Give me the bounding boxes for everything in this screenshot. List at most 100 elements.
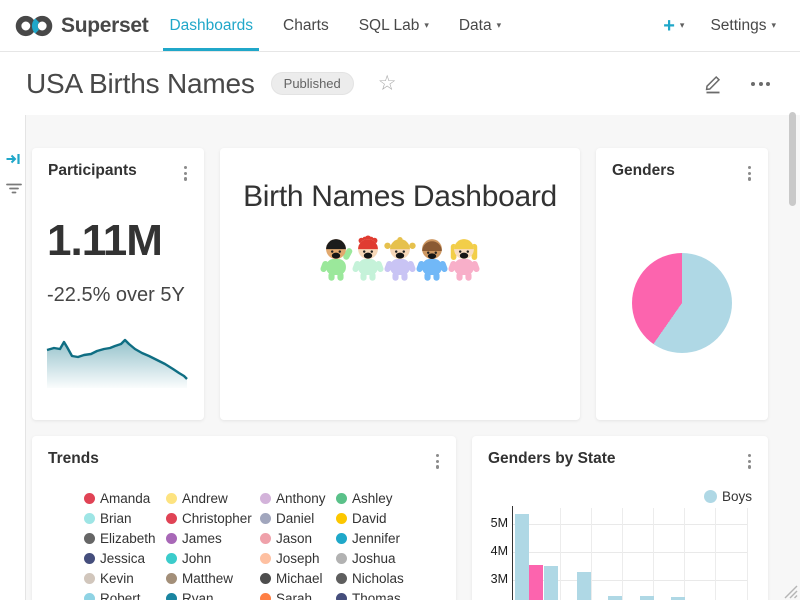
legend-item[interactable]: Jason [260, 528, 336, 548]
kebab-menu-icon[interactable] [431, 450, 444, 473]
legend-item[interactable]: Sarah [260, 588, 336, 600]
legend-item[interactable]: Joshua [336, 548, 446, 568]
legend-item[interactable]: Daniel [260, 508, 336, 528]
legend-label: John [182, 551, 211, 566]
legend-item[interactable]: Christopher [166, 508, 260, 528]
legend-item[interactable]: Ryan [166, 588, 260, 600]
legend-label: Daniel [276, 511, 314, 526]
child-figure-mint [351, 234, 385, 284]
legend-dot-icon [260, 573, 271, 584]
legend-dot-icon [166, 553, 177, 564]
legend-item[interactable]: Michael [260, 568, 336, 588]
legend-item[interactable]: Anthony [260, 488, 336, 508]
legend-label: Joseph [276, 551, 320, 566]
settings-label: Settings [710, 17, 766, 35]
published-badge[interactable]: Published [271, 72, 354, 95]
legend-dot-icon [84, 553, 95, 564]
legend-dot-icon [336, 593, 347, 600]
legend-label: Jennifer [352, 531, 400, 546]
dashboard-header: USA Births Names Published ☆ [0, 52, 800, 115]
edit-pencil-icon[interactable] [703, 73, 723, 94]
legend-item[interactable]: Jennifer [336, 528, 446, 548]
header-actions [703, 73, 774, 94]
legend-label: Sarah [276, 591, 312, 600]
settings-menu[interactable]: Settings ▾ [710, 17, 776, 35]
dashboard-grid: Participants 1.11M -22.5% over 5Y Birth … [0, 115, 800, 600]
resize-handle-icon[interactable] [782, 583, 798, 599]
nav-data[interactable]: Data ▾ [444, 0, 516, 51]
bar-boys[interactable] [544, 566, 558, 600]
legend-dot-icon [260, 553, 271, 564]
legend-item[interactable]: John [166, 548, 260, 568]
legend-item[interactable]: Jessica [84, 548, 166, 568]
nav-dashboards[interactable]: Dashboards [154, 0, 268, 51]
legend-label: Matthew [182, 571, 233, 586]
superset-logo[interactable]: Superset [14, 0, 148, 51]
new-item-button[interactable]: + ▾ [663, 16, 684, 36]
bar-girls[interactable] [529, 565, 543, 600]
legend-dot-icon [260, 493, 271, 504]
legend-item[interactable]: David [336, 508, 446, 528]
child-figure-blue [415, 234, 449, 284]
big-number-subheader: -22.5% over 5Y [47, 284, 185, 307]
filter-icon[interactable] [5, 181, 23, 197]
expand-filter-bar-icon[interactable] [5, 151, 21, 167]
chart-title: Trends [48, 450, 99, 468]
chart-title: Genders [612, 162, 675, 180]
legend-dot-icon [166, 533, 177, 544]
legend-label: Joshua [352, 551, 396, 566]
legend-label: Jessica [100, 551, 145, 566]
nav-charts[interactable]: Charts [268, 0, 344, 51]
legend-label: Andrew [182, 491, 228, 506]
legend-label: Ryan [182, 591, 214, 600]
legend-item[interactable]: Amanda [84, 488, 166, 508]
legend-label: Elizabeth [100, 531, 156, 546]
legend-label: Jason [276, 531, 312, 546]
nav-label: Charts [283, 17, 329, 35]
legend-dot-icon [336, 513, 347, 524]
trends-legend: Amanda Andrew Anthony Ashley Brian Christophe… [84, 488, 446, 600]
legend-dot-icon [336, 493, 347, 504]
nav-sql-lab[interactable]: SQL Lab ▾ [344, 0, 444, 51]
legend-item[interactable]: Andrew [166, 488, 260, 508]
legend-dot-icon [336, 533, 347, 544]
chart-card-genders-by-state: Genders by State Boys 5M4M3M [472, 436, 768, 600]
markdown-card: Birth Names Dashboard [220, 148, 580, 420]
y-axis-tick-label: 4M [482, 544, 508, 558]
legend-label: Christopher [182, 511, 252, 526]
kebab-menu-icon[interactable] [743, 162, 756, 185]
legend-item[interactable]: Nicholas [336, 568, 446, 588]
more-actions-menu[interactable] [747, 78, 774, 90]
bar-boys[interactable] [640, 596, 654, 600]
legend-item[interactable]: Joseph [260, 548, 336, 568]
legend-label: David [352, 511, 387, 526]
legend-item[interactable]: Kevin [84, 568, 166, 588]
y-axis-tick-label: 5M [482, 516, 508, 530]
page-title: USA Births Names [26, 68, 255, 100]
kebab-menu-icon[interactable] [179, 162, 192, 185]
legend-item[interactable]: Ashley [336, 488, 446, 508]
vertical-scrollbar-thumb[interactable] [789, 112, 796, 206]
legend-item[interactable]: Elizabeth [84, 528, 166, 548]
legend-item[interactable]: Matthew [166, 568, 260, 588]
bar-boys[interactable] [577, 572, 591, 600]
legend-label: Anthony [276, 491, 326, 506]
favorite-star-icon[interactable]: ☆ [378, 71, 397, 96]
legend-label: James [182, 531, 222, 546]
legend-item[interactable]: Brian [84, 508, 166, 528]
chevron-down-icon: ▾ [680, 21, 685, 30]
legend-item[interactable]: Robert [84, 588, 166, 600]
legend-item[interactable]: James [166, 528, 260, 548]
trendline-sparkline [46, 328, 188, 390]
y-axis-tick-label: 3M [482, 572, 508, 586]
legend-dot-icon [84, 533, 95, 544]
legend-dot-icon [166, 493, 177, 504]
genders-pie-chart[interactable] [632, 253, 732, 353]
superset-infinity-logo-icon [14, 13, 54, 39]
bar-boys[interactable] [608, 596, 622, 600]
legend-dot-icon [260, 533, 271, 544]
chevron-down-icon: ▾ [424, 21, 429, 30]
legend-item[interactable]: Thomas [336, 588, 446, 600]
bar-boys[interactable] [515, 514, 529, 600]
legend-label: Kevin [100, 571, 134, 586]
